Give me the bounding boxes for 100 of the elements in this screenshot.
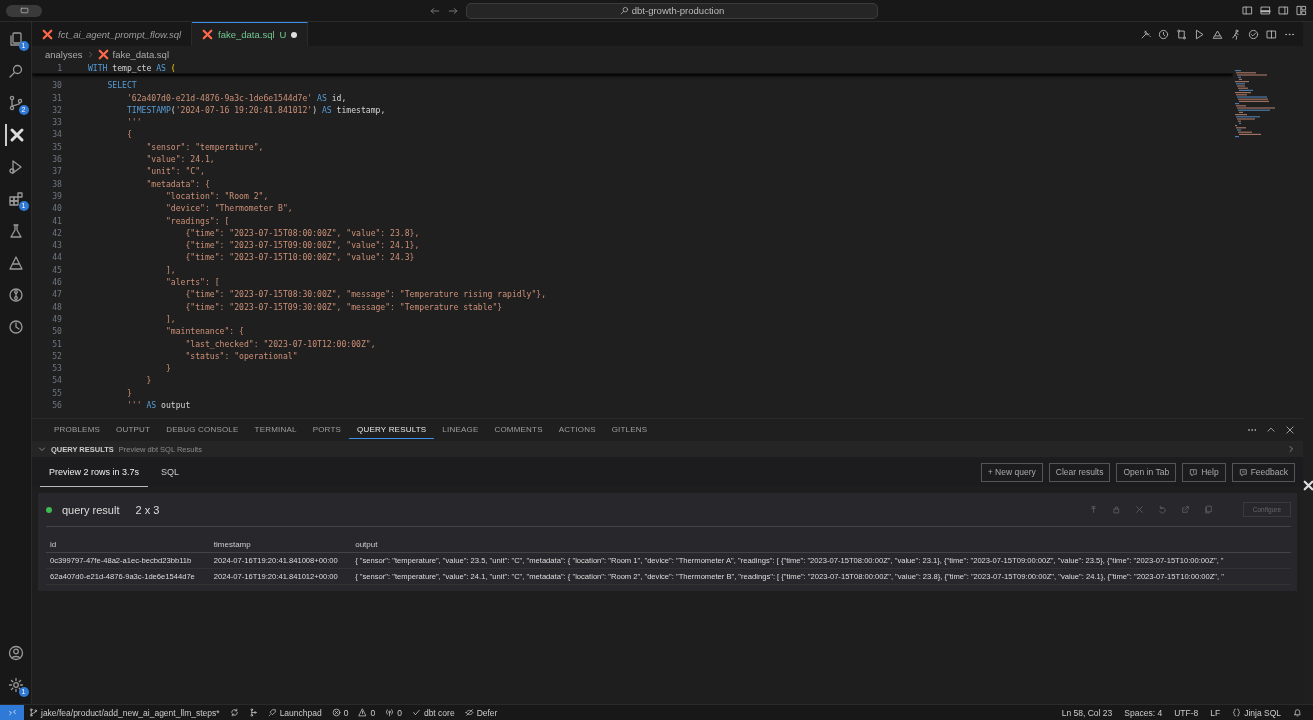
line-number: 47 <box>51 288 62 301</box>
status-item[interactable]: jake/fea/product/add_new_ai_agent_llm_steps* <box>24 707 225 718</box>
graph-icon[interactable] <box>248 708 258 717</box>
line-number: 1 <box>56 62 62 74</box>
toolbar-button[interactable]: Clear results <box>1048 462 1111 482</box>
line-number: 55 <box>51 386 62 399</box>
line-number: 40 <box>51 202 62 215</box>
panel-tab[interactable]: PORTS <box>304 421 350 439</box>
running-figure-icon[interactable] <box>1230 28 1241 40</box>
toolbar-button[interactable]: + New query <box>980 462 1043 482</box>
error-icon <box>331 708 341 717</box>
settings-icon[interactable] <box>7 677 24 693</box>
line-number: 56 <box>51 399 62 412</box>
triangle-logo-icon[interactable] <box>7 255 24 271</box>
code-line: "readings": [ <box>164 214 230 227</box>
result-tab[interactable]: SQL <box>152 457 189 487</box>
line-number: 51 <box>51 337 62 350</box>
panel-tab[interactable]: DEBUG CONSOLE <box>158 421 247 439</box>
status-item[interactable]: LF <box>1205 707 1226 718</box>
code-line: "maintenance": { <box>164 325 244 338</box>
hammer-icon[interactable] <box>1140 28 1151 40</box>
customize-layout-icon[interactable] <box>1296 5 1307 16</box>
line-number: 45 <box>51 263 62 277</box>
code-line: {"time": "2023-07-15T09:30:00Z", "message": "Temperature stable"} <box>184 300 503 313</box>
panel-tab[interactable]: PROBLEMS <box>46 421 109 439</box>
extensions-icon[interactable] <box>7 191 24 207</box>
play-icon[interactable] <box>1194 28 1205 40</box>
panel-tab[interactable]: LINEAGE <box>434 421 487 439</box>
panel-tab[interactable]: TERMINAL <box>246 421 305 439</box>
code-line: ], <box>164 312 176 326</box>
status-item[interactable]: UTF-8 <box>1169 707 1204 718</box>
close-icon[interactable] <box>1285 425 1295 435</box>
panel-tab[interactable]: QUERY RESULTS <box>349 421 435 439</box>
panel-layout-icon[interactable] <box>1260 5 1271 16</box>
status-item[interactable]: 0 <box>380 707 407 718</box>
breadcrumb-item[interactable]: fake_data.sql <box>112 48 169 60</box>
line-number: 31 <box>51 91 62 104</box>
line-number: 38 <box>51 177 62 190</box>
code-line: ''' AS output <box>125 399 191 412</box>
editor-tab[interactable]: fake_data.sql U <box>192 22 309 46</box>
code-line: "value": 24.1, <box>145 153 215 166</box>
check-icon <box>411 708 421 717</box>
line-number: 48 <box>51 300 62 313</box>
forward-arrow-icon[interactable] <box>448 5 458 16</box>
dbt-logo-icon[interactable] <box>8 127 25 143</box>
line-number: 33 <box>51 116 62 129</box>
toolbar-button[interactable]: Help <box>1182 462 1226 482</box>
code-line: ''' <box>125 116 142 129</box>
panel-tab[interactable]: OUTPUT <box>108 421 159 439</box>
run-debug-icon[interactable] <box>7 159 24 175</box>
column-header: timestamp <box>209 537 352 553</box>
result-dimensions: 2 x 3 <box>135 503 160 516</box>
back-arrow-icon[interactable] <box>430 5 440 16</box>
remote-icon <box>7 708 17 717</box>
column-header: output <box>351 537 1291 553</box>
code-line: {"time": "2023-07-15T08:00:00Z", "value": 23.8}, <box>184 226 420 240</box>
breadcrumb-item[interactable]: analyses <box>45 48 83 60</box>
code-line: } <box>145 374 152 387</box>
status-item[interactable]: Ln 58, Col 23 <box>1056 707 1118 718</box>
remote-button[interactable] <box>0 704 24 720</box>
branches-icon[interactable] <box>7 95 24 111</box>
line-number: 34 <box>51 128 62 141</box>
search-icon <box>619 6 629 15</box>
code-line: } <box>125 386 132 399</box>
dbt-logo-icon[interactable] <box>1303 480 1313 491</box>
status-item[interactable]: Jinja SQL <box>1227 707 1286 718</box>
line-number: 36 <box>51 153 62 166</box>
panel-tab[interactable]: GITLENS <box>603 421 656 439</box>
status-item[interactable]: 0 <box>326 707 354 718</box>
status-item[interactable]: Spaces: 4 <box>1119 707 1168 718</box>
history-icon[interactable] <box>1158 28 1169 40</box>
check-circle-icon[interactable] <box>1248 28 1259 40</box>
status-item[interactable]: 0 <box>353 707 381 718</box>
toolbar-button[interactable]: Feedback <box>1231 462 1295 482</box>
sidebar-layout-icon[interactable] <box>1242 5 1253 16</box>
panel-tab[interactable]: ACTIONS <box>550 421 604 439</box>
code-line: "unit": "C", <box>145 165 205 178</box>
code-line: "status": "operational" <box>184 349 298 363</box>
clock-icon[interactable] <box>7 319 24 335</box>
status-item[interactable]: Defer <box>459 707 503 718</box>
toolbar-button[interactable]: Open in Tab <box>1116 462 1177 482</box>
command-search-field[interactable]: dbt-growth-production <box>466 2 878 19</box>
bell-icon[interactable] <box>1293 708 1302 717</box>
code-line: { <box>125 128 132 141</box>
sync-icon[interactable] <box>229 708 239 717</box>
sidebar-toggle-button[interactable] <box>6 4 42 17</box>
panel-tab[interactable]: COMMENTS <box>486 421 551 439</box>
split-editor-icon[interactable] <box>1266 28 1277 40</box>
compare-icon[interactable] <box>1176 28 1187 40</box>
code-line: WITH temp_cte AS ( <box>88 62 176 74</box>
status-item[interactable]: Launchpad <box>262 707 327 718</box>
feedback-icon <box>1238 467 1248 477</box>
chevron-up-icon[interactable] <box>1266 425 1276 435</box>
account-icon[interactable] <box>7 645 24 661</box>
gitlens-icon[interactable] <box>7 287 24 303</box>
status-item[interactable]: dbt core <box>406 707 460 718</box>
code-line: {"time": "2023-07-15T10:00:00Z", "value": 24.3} <box>184 251 415 264</box>
secondary-sidebar-layout-icon[interactable] <box>1278 5 1289 16</box>
files-icon[interactable] <box>7 31 24 47</box>
search-icon[interactable] <box>7 63 24 79</box>
